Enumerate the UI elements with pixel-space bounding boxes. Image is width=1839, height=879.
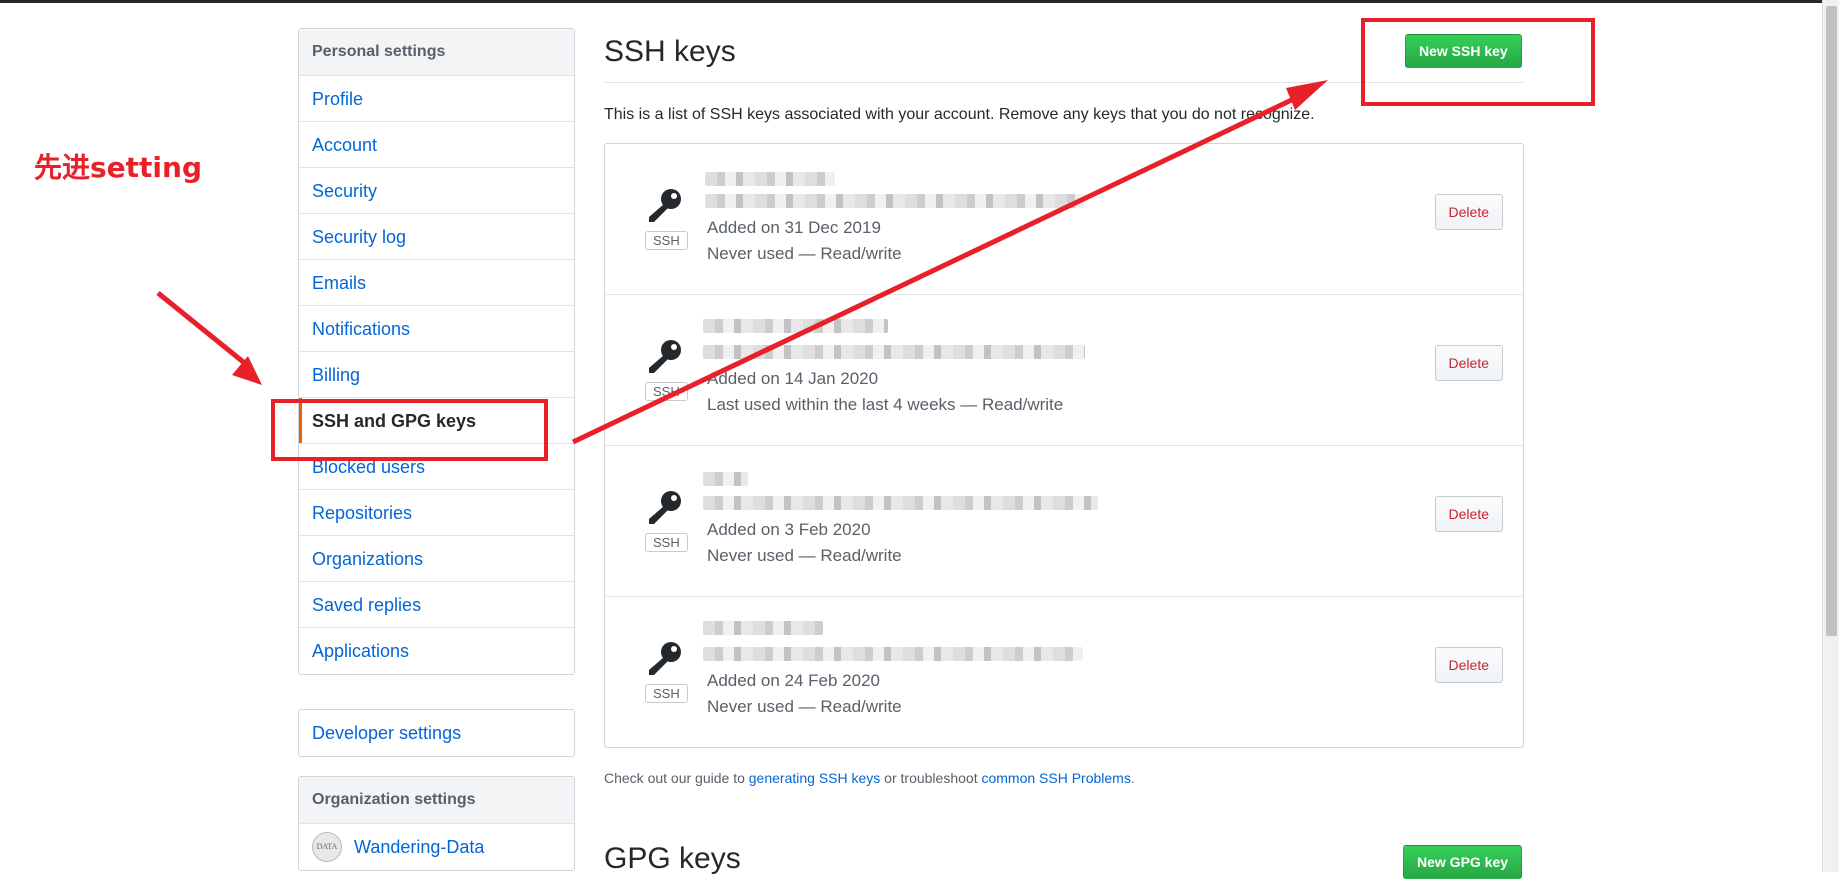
- sidebar-item-applications[interactable]: Applications: [299, 628, 574, 674]
- redacted-key-title: [703, 472, 748, 486]
- ssh-guide-text: Check out our guide to generating SSH ke…: [604, 770, 1135, 786]
- ssh-type-label: SSH: [645, 382, 688, 401]
- delete-key-button[interactable]: Delete: [1434, 496, 1503, 532]
- redacted-key-fingerprint: [703, 647, 1083, 661]
- common-ssh-problems-link[interactable]: common SSH Problems: [981, 770, 1130, 786]
- annotation-text: 先进setting: [34, 151, 203, 184]
- redacted-key-title: [703, 621, 823, 635]
- annotation-box-ssh-gpg-keys: [271, 399, 548, 461]
- delete-key-button[interactable]: Delete: [1434, 345, 1503, 381]
- ssh-key-row: SSH Added on 31 Dec 2019 Never used — Re…: [605, 144, 1523, 295]
- redacted-key-fingerprint: [703, 496, 1098, 510]
- sidebar-item-security-log[interactable]: Security log: [299, 214, 574, 260]
- ssh-type-label: SSH: [645, 684, 688, 703]
- ssh-key-row: SSH Added on 24 Feb 2020 Never used — Re…: [605, 597, 1523, 747]
- sidebar-item-repositories[interactable]: Repositories: [299, 490, 574, 536]
- sidebar-item-saved-replies[interactable]: Saved replies: [299, 582, 574, 628]
- key-usage: Never used — Read/write: [707, 546, 902, 565]
- key-usage: Never used — Read/write: [707, 697, 902, 716]
- ssh-key-list: SSH Added on 31 Dec 2019 Never used — Re…: [604, 143, 1524, 748]
- sidebar-item-profile[interactable]: Profile: [299, 76, 574, 122]
- key-added-date: Added on 31 Dec 2019: [707, 218, 881, 237]
- delete-key-button[interactable]: Delete: [1434, 647, 1503, 683]
- key-icon: [649, 340, 681, 373]
- redacted-key-fingerprint: [703, 345, 1085, 359]
- key-added-date: Added on 14 Jan 2020: [707, 369, 879, 388]
- organization-settings-heading: Organization settings: [299, 777, 574, 824]
- org-name: Wandering-Data: [354, 837, 485, 857]
- sidebar-item-billing[interactable]: Billing: [299, 352, 574, 398]
- annotation-arrow-to-sidebar: [156, 291, 262, 385]
- sidebar-item-org-wandering-data[interactable]: DATA Wandering-Data: [299, 824, 574, 870]
- sidebar-item-developer-settings[interactable]: Developer settings: [299, 710, 574, 756]
- personal-settings-heading: Personal settings: [299, 29, 574, 76]
- personal-settings-menu: Personal settings Profile Account Securi…: [298, 28, 575, 675]
- page-scrollbar[interactable]: [1822, 0, 1839, 872]
- key-icon: [649, 642, 681, 675]
- annotation-box-new-ssh-key: [1361, 18, 1595, 106]
- redacted-key-title: [703, 319, 888, 333]
- ssh-type-label: SSH: [645, 533, 688, 552]
- sidebar-item-notifications[interactable]: Notifications: [299, 306, 574, 352]
- ssh-key-row: SSH Added on 14 Jan 2020 Last used withi…: [605, 295, 1523, 446]
- guide-prefix: Check out our guide to: [604, 770, 749, 786]
- guide-middle: or troubleshoot: [880, 770, 982, 786]
- organization-settings-menu: Organization settings DATA Wandering-Dat…: [298, 776, 575, 871]
- key-icon: [649, 491, 681, 524]
- gpg-keys-title: GPG keys: [604, 842, 741, 875]
- top-bar: [0, 0, 1839, 3]
- key-usage: Never used — Read/write: [707, 244, 902, 263]
- new-gpg-key-button[interactable]: New GPG key: [1403, 845, 1523, 879]
- redacted-key-title: [705, 172, 835, 186]
- sidebar-item-account[interactable]: Account: [299, 122, 574, 168]
- delete-key-button[interactable]: Delete: [1434, 194, 1503, 230]
- key-usage: Last used within the last 4 weeks — Read…: [707, 395, 1064, 414]
- sidebar-item-organizations[interactable]: Organizations: [299, 536, 574, 582]
- ssh-key-row: SSH Added on 3 Feb 2020 Never used — Rea…: [605, 446, 1523, 597]
- guide-suffix: .: [1130, 770, 1135, 786]
- scrollbar-thumb[interactable]: [1826, 6, 1837, 636]
- key-added-date: Added on 3 Feb 2020: [707, 520, 871, 539]
- org-avatar: DATA: [312, 832, 342, 862]
- ssh-intro-text: This is a list of SSH keys associated wi…: [604, 106, 1315, 123]
- ssh-type-label: SSH: [645, 231, 688, 250]
- key-added-date: Added on 24 Feb 2020: [707, 671, 880, 690]
- key-icon: [649, 189, 681, 222]
- sidebar-item-emails[interactable]: Emails: [299, 260, 574, 306]
- generating-ssh-keys-link[interactable]: generating SSH keys: [749, 770, 881, 786]
- developer-settings-menu: Developer settings: [298, 709, 575, 757]
- sidebar-item-security[interactable]: Security: [299, 168, 574, 214]
- redacted-key-fingerprint: [705, 194, 1085, 208]
